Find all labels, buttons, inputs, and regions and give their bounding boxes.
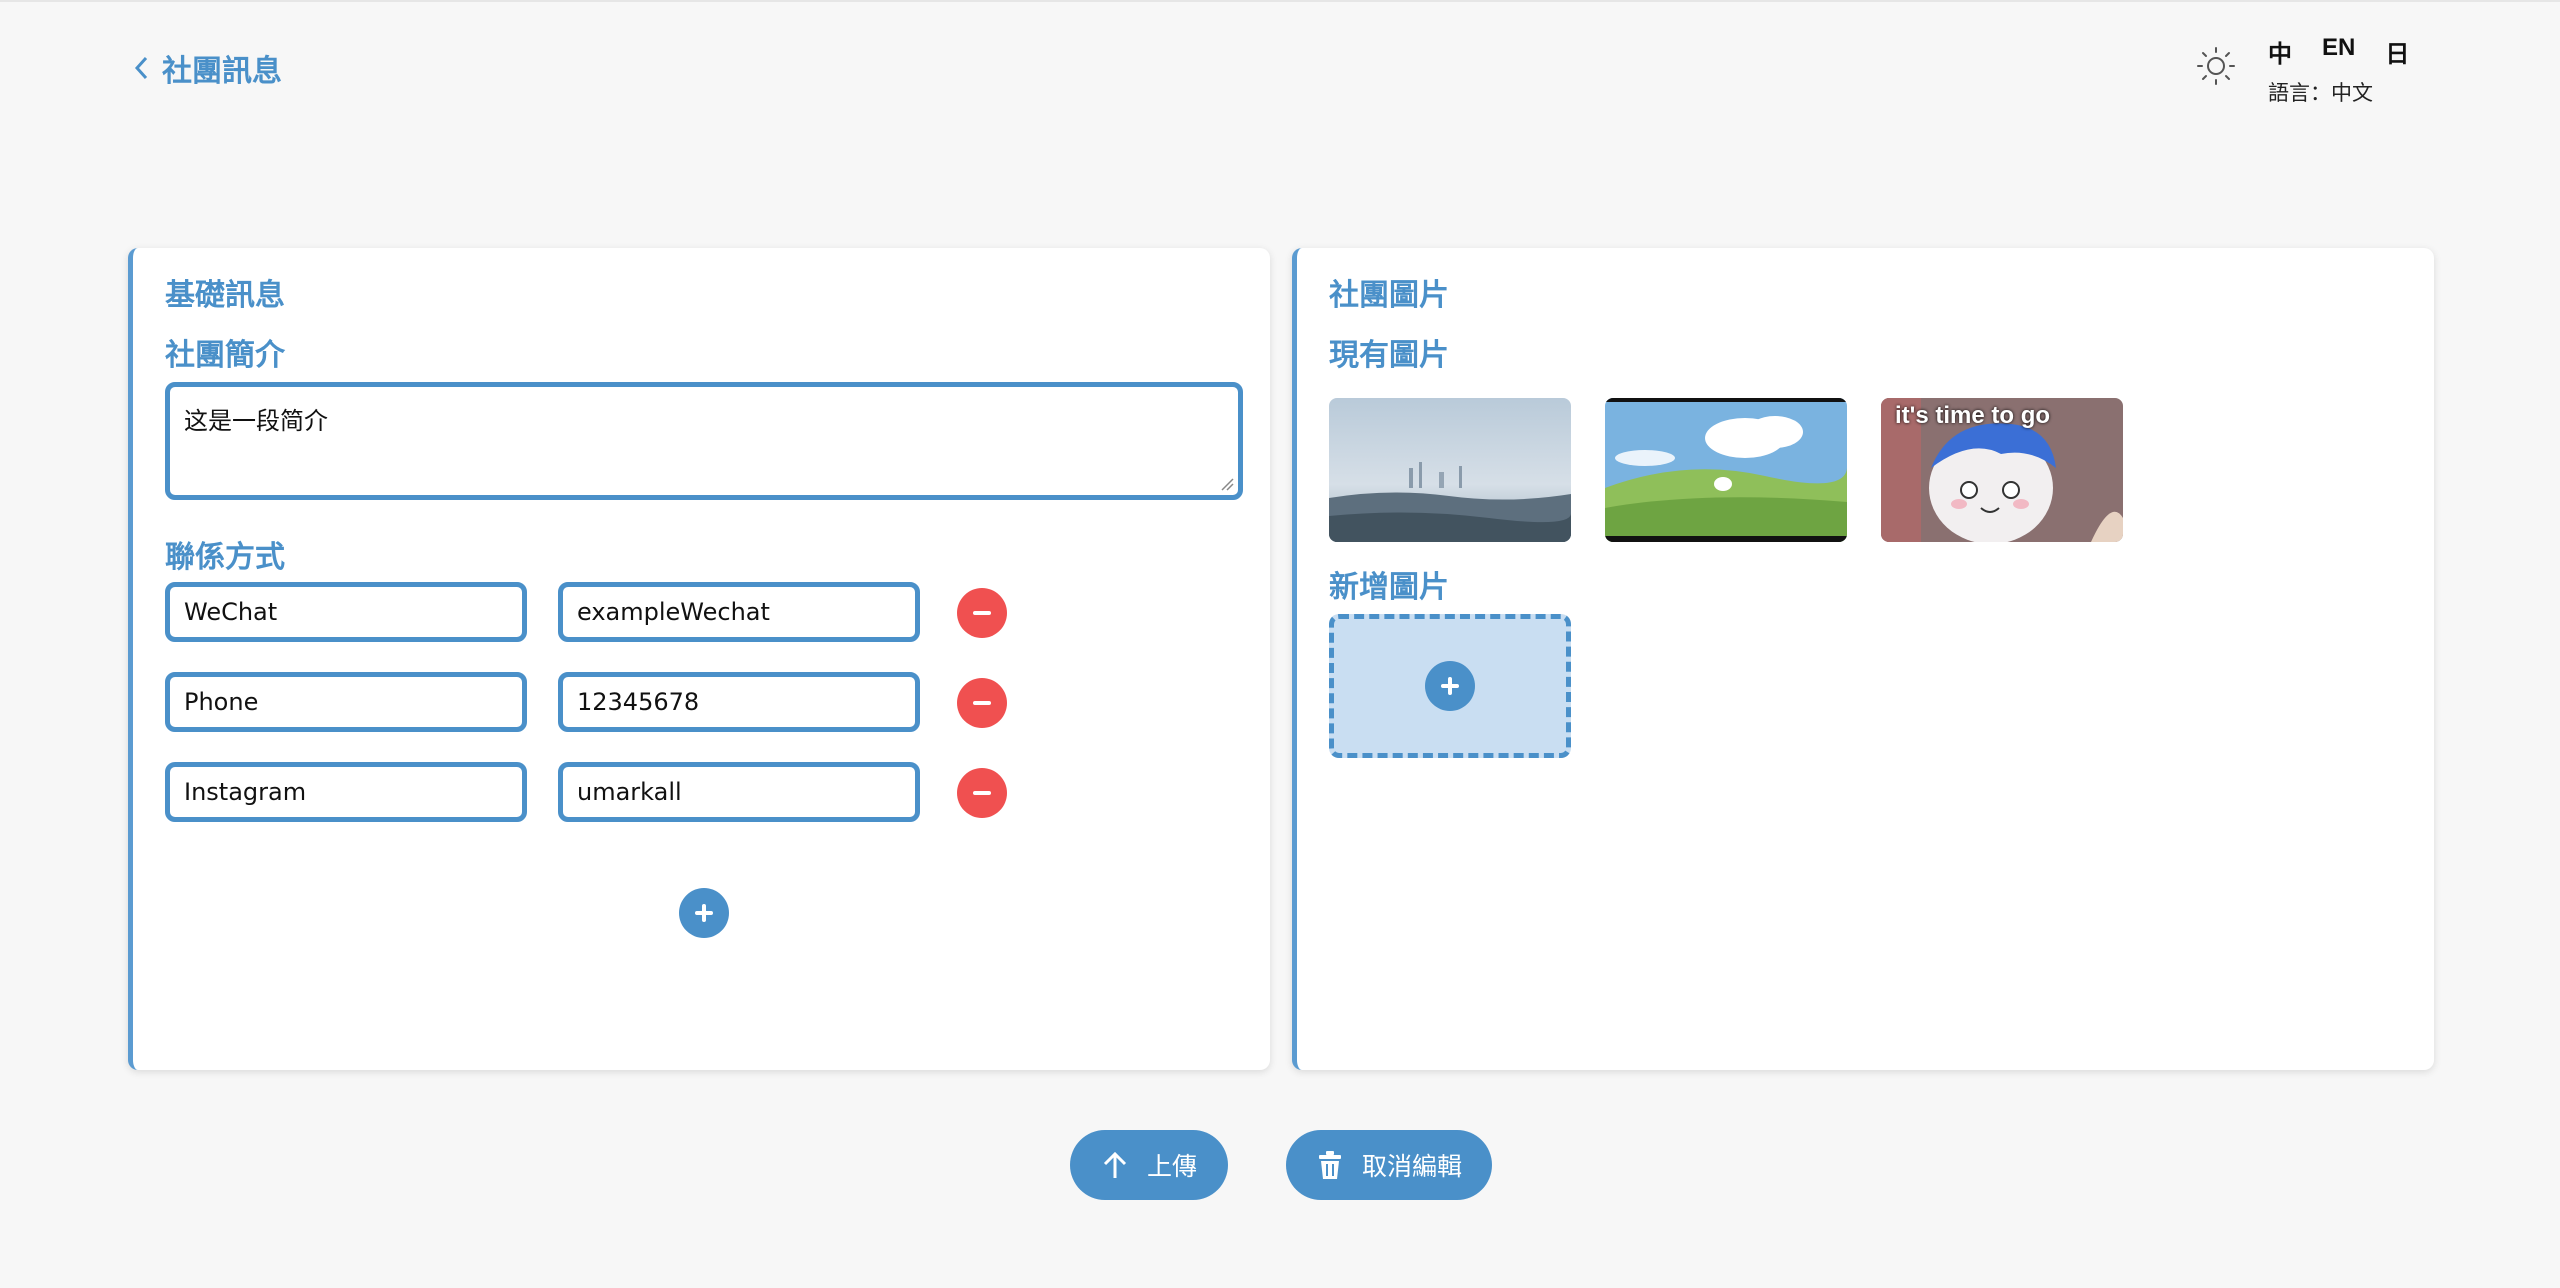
remove-contact-button[interactable] bbox=[957, 678, 1007, 728]
existing-image-1[interactable] bbox=[1329, 398, 1571, 542]
intro-textarea[interactable]: 这是一段简介 bbox=[165, 382, 1243, 500]
add-image-button[interactable] bbox=[1425, 661, 1475, 711]
remove-contact-button[interactable] bbox=[957, 768, 1007, 818]
contact-type-input[interactable]: Phone bbox=[165, 672, 527, 732]
trash-icon bbox=[1318, 1151, 1341, 1179]
upload-button[interactable]: 上傳 bbox=[1070, 1130, 1228, 1200]
contact-row: Phone 12345678 bbox=[165, 672, 1065, 732]
contact-row: Instagram umarkall bbox=[165, 762, 1065, 822]
contact-type-input[interactable]: WeChat bbox=[165, 582, 527, 642]
back-button[interactable]: 社團訊息 bbox=[132, 46, 282, 90]
city-mist-image bbox=[1329, 398, 1571, 542]
page-title: 社團訊息 bbox=[162, 55, 282, 88]
basic-info-card: 基礎訊息 社團簡介 这是一段简介 聯係方式 WeChat exampleWech… bbox=[128, 248, 1270, 1070]
new-images-title: 新增圖片 bbox=[1329, 571, 1449, 604]
arrow-up-icon bbox=[1103, 1151, 1127, 1178]
image-caption: it's time to go bbox=[1895, 402, 2051, 429]
resize-handle-icon[interactable] bbox=[1220, 477, 1234, 491]
contact-value-input[interactable]: 12345678 bbox=[558, 672, 920, 732]
contact-row: WeChat exampleWechat bbox=[165, 582, 1065, 642]
lang-zh-button[interactable]: 中 bbox=[2268, 34, 2292, 69]
contact-value-input[interactable]: exampleWechat bbox=[558, 582, 920, 642]
existing-image-2[interactable] bbox=[1605, 398, 1847, 542]
chevron-left-icon bbox=[134, 56, 148, 80]
club-images-card: 社團圖片 現有圖片 it's time to go 新增圖片 bbox=[1292, 248, 2434, 1070]
language-switcher: 中 EN 日 語言：中文 bbox=[2268, 34, 2409, 107]
current-language: 語言：中文 bbox=[2268, 82, 2373, 105]
green-hills-image bbox=[1605, 398, 1847, 542]
upload-label: 上傳 bbox=[1146, 1153, 1197, 1181]
contact-value-input[interactable]: umarkall bbox=[558, 762, 920, 822]
contact-title: 聯係方式 bbox=[165, 541, 285, 574]
existing-image-3[interactable]: it's time to go bbox=[1881, 398, 2123, 542]
sun-icon[interactable] bbox=[2196, 46, 2236, 86]
add-image-dropzone[interactable] bbox=[1329, 614, 1571, 758]
lang-en-button[interactable]: EN bbox=[2322, 34, 2355, 69]
intro-text: 这是一段简介 bbox=[184, 407, 328, 435]
existing-images-title: 現有圖片 bbox=[1329, 339, 1449, 372]
contact-type-input[interactable]: Instagram bbox=[165, 762, 527, 822]
add-contact-button[interactable] bbox=[679, 888, 729, 938]
cancel-edit-label: 取消編輯 bbox=[1361, 1153, 1462, 1181]
club-images-title: 社團圖片 bbox=[1329, 279, 1449, 312]
basic-info-title: 基礎訊息 bbox=[165, 279, 285, 312]
lang-ja-button[interactable]: 日 bbox=[2385, 34, 2409, 69]
remove-contact-button[interactable] bbox=[957, 588, 1007, 638]
cancel-edit-button[interactable]: 取消編輯 bbox=[1286, 1130, 1492, 1200]
intro-title: 社團簡介 bbox=[165, 339, 285, 372]
